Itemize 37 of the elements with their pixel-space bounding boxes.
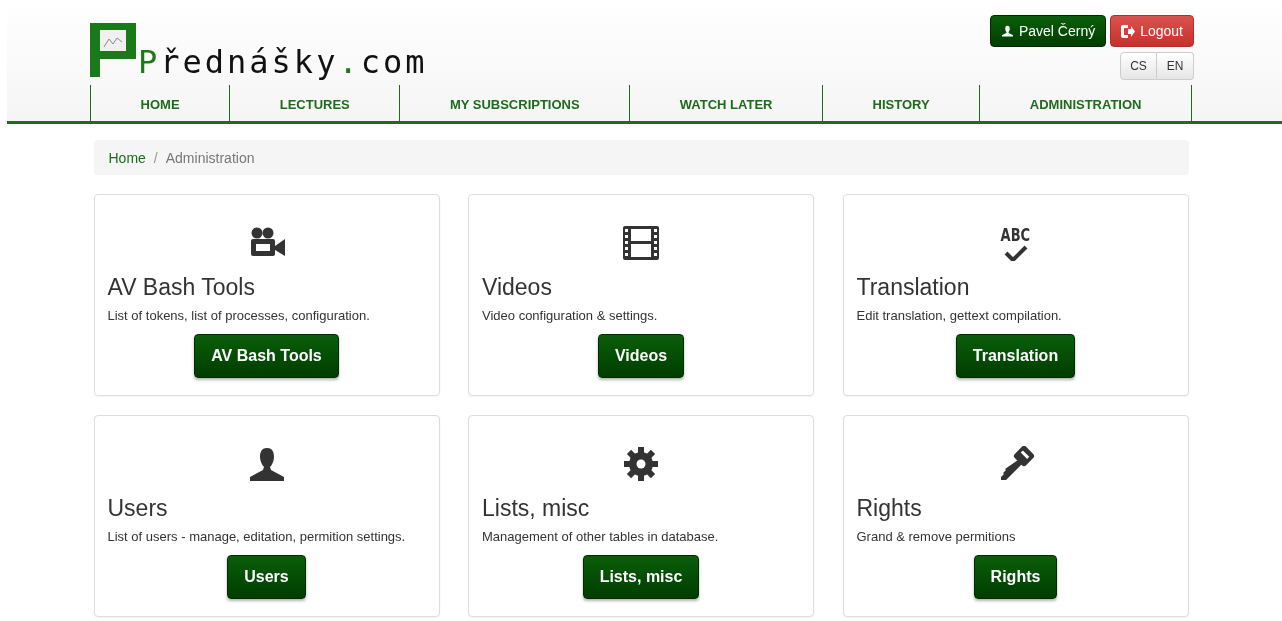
logout-button[interactable]: Logout xyxy=(1110,15,1194,47)
card-title: Translation xyxy=(856,273,971,301)
card-title: Videos xyxy=(482,273,553,301)
breadcrumb-link[interactable]: Home xyxy=(108,149,146,166)
card-description: Edit translation, gettext compilation. xyxy=(856,307,1063,325)
card-title: Lists, misc xyxy=(482,494,591,522)
nav-tab[interactable]: HOME xyxy=(91,85,231,121)
card-button[interactable]: Users xyxy=(227,555,306,599)
settings-icon xyxy=(621,446,661,482)
card-description: List of users - manage, editation, permition settings. xyxy=(107,528,407,546)
card-description: List of tokens, list of processes, configuration. xyxy=(107,307,371,325)
card-button[interactable]: Rights xyxy=(973,555,1058,599)
nav-tab[interactable]: LECTURES xyxy=(230,85,401,121)
card-button[interactable]: Lists, misc xyxy=(582,555,700,599)
card-description: Grand & remove permitions xyxy=(856,528,1017,546)
card-button[interactable]: Translation xyxy=(955,334,1076,378)
nav-tab[interactable]: MY SUBSCRIPTIONS xyxy=(400,85,631,121)
language-button[interactable]: EN xyxy=(1157,52,1194,80)
card-title: AV Bash Tools xyxy=(107,273,256,301)
card-button[interactable]: AV Bash Tools xyxy=(194,334,339,378)
nav-tab[interactable]: HISTORY xyxy=(823,85,981,121)
card-description: Video configuration & settings. xyxy=(482,307,659,325)
card-description: Management of other tables in database. xyxy=(482,528,720,546)
breadcrumb-separator: / xyxy=(153,149,158,166)
check-icon xyxy=(1003,245,1028,261)
card-button[interactable]: Videos xyxy=(597,334,685,378)
breadcrumb-current: Administration xyxy=(165,149,255,166)
card-title: Rights xyxy=(856,494,923,522)
user-icon xyxy=(1000,24,1014,38)
user-button[interactable]: Pavel Černý xyxy=(989,15,1107,47)
abc-label: ABC xyxy=(1000,225,1031,245)
language-button[interactable]: CS xyxy=(1120,52,1157,80)
film-icon xyxy=(621,225,661,261)
nav-tab[interactable]: ADMINISTRATION xyxy=(980,85,1193,121)
logout-icon xyxy=(1121,24,1136,38)
nav-tab[interactable]: WATCH LATER xyxy=(630,85,823,121)
card-title: Users xyxy=(107,494,169,522)
